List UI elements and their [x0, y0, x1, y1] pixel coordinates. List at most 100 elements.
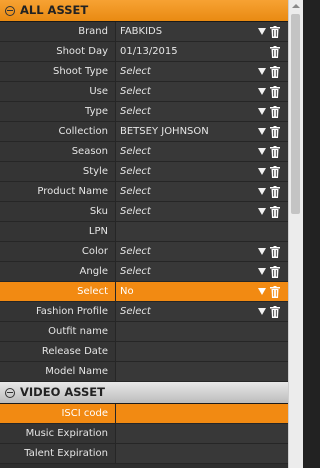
dropdown-arrow-icon[interactable] [258, 268, 266, 275]
collection-select[interactable]: BETSEY JOHNSON [116, 122, 288, 141]
dropdown-arrow-icon[interactable] [258, 248, 266, 255]
use-select[interactable]: Select [116, 82, 288, 101]
field-row-style[interactable]: Style Select [0, 162, 288, 182]
field-label: Sku [0, 202, 116, 221]
field-value: 01/13/2015 [120, 46, 178, 57]
field-label: Shoot Day [0, 42, 116, 61]
field-row-select[interactable]: Select No [0, 282, 288, 302]
field-label: ISCI code [0, 404, 116, 423]
scroll-up-arrow-icon[interactable] [292, 4, 300, 8]
dropdown-arrow-icon[interactable] [258, 68, 266, 75]
sku-select[interactable]: Select [116, 202, 288, 221]
field-label: Style [0, 162, 116, 181]
dropdown-arrow-icon[interactable] [258, 128, 266, 135]
dropdown-arrow-icon[interactable] [258, 168, 266, 175]
dropdown-arrow-icon[interactable] [258, 308, 266, 315]
select-dropdown[interactable]: No [116, 282, 288, 301]
release-date-input[interactable] [116, 342, 288, 361]
trash-icon[interactable] [270, 265, 280, 278]
field-label: Product Name [0, 182, 116, 201]
collapse-icon[interactable] [5, 5, 15, 16]
model-name-input[interactable] [116, 362, 288, 381]
field-row-angle[interactable]: Angle Select [0, 262, 288, 282]
trash-icon[interactable] [270, 85, 280, 98]
collapse-icon[interactable] [5, 387, 15, 398]
field-row-isci-code[interactable]: ISCI code [0, 404, 288, 424]
shoot-type-select[interactable]: Select [116, 62, 288, 81]
field-row-shoot-day[interactable]: Shoot Day 01/13/2015 [0, 42, 288, 62]
dropdown-arrow-icon[interactable] [258, 88, 266, 95]
dropdown-arrow-icon[interactable] [258, 28, 266, 35]
trash-icon[interactable] [270, 125, 280, 138]
field-row-outfit-name[interactable]: Outfit name [0, 322, 288, 342]
field-value: Select [120, 146, 151, 157]
trash-icon[interactable] [270, 165, 280, 178]
field-value: BETSEY JOHNSON [120, 126, 209, 137]
field-value: No [120, 286, 134, 297]
field-value: Select [120, 246, 151, 257]
color-select[interactable]: Select [116, 242, 288, 261]
field-row-model-name[interactable]: Model Name [0, 362, 288, 382]
field-row-brand[interactable]: Brand FABKIDS [0, 22, 288, 42]
trash-icon[interactable] [270, 305, 280, 318]
talent-expiration-input[interactable] [116, 444, 288, 463]
trash-icon[interactable] [270, 285, 280, 298]
dropdown-arrow-icon[interactable] [258, 208, 266, 215]
trash-icon[interactable] [270, 65, 280, 78]
angle-select[interactable]: Select [116, 262, 288, 281]
vertical-scrollbar[interactable] [288, 0, 303, 468]
field-row-season[interactable]: Season Select [0, 142, 288, 162]
field-value: Select [120, 106, 151, 117]
field-label: Use [0, 82, 116, 101]
dropdown-arrow-icon[interactable] [258, 288, 266, 295]
field-label: Season [0, 142, 116, 161]
product-name-select[interactable]: Select [116, 182, 288, 201]
field-label: LPN [0, 222, 116, 241]
style-select[interactable]: Select [116, 162, 288, 181]
trash-icon[interactable] [270, 185, 280, 198]
field-label: Angle [0, 262, 116, 281]
field-label: Shoot Type [0, 62, 116, 81]
trash-icon[interactable] [270, 105, 280, 118]
trash-icon[interactable] [270, 45, 280, 58]
field-row-talent-expiration[interactable]: Talent Expiration [0, 444, 288, 464]
dropdown-arrow-icon[interactable] [258, 148, 266, 155]
fashion-profile-select[interactable]: Select [116, 302, 288, 321]
field-row-lpn[interactable]: LPN [0, 222, 288, 242]
field-label: Model Name [0, 362, 116, 381]
field-label: Talent Expiration [0, 444, 116, 463]
music-expiration-input[interactable] [116, 424, 288, 443]
field-row-type[interactable]: Type Select [0, 102, 288, 122]
field-value: Select [120, 306, 151, 317]
field-row-sku[interactable]: Sku Select [0, 202, 288, 222]
field-label: Color [0, 242, 116, 261]
type-select[interactable]: Select [116, 102, 288, 121]
scroll-thumb[interactable] [291, 14, 300, 214]
trash-icon[interactable] [270, 25, 280, 38]
shoot-day-input[interactable]: 01/13/2015 [116, 42, 288, 61]
isci-code-input[interactable] [116, 404, 288, 423]
field-row-release-date[interactable]: Release Date [0, 342, 288, 362]
field-row-product-name[interactable]: Product Name Select [0, 182, 288, 202]
field-value: FABKIDS [120, 26, 163, 37]
field-label: Type [0, 102, 116, 121]
dropdown-arrow-icon[interactable] [258, 188, 266, 195]
dropdown-arrow-icon[interactable] [258, 108, 266, 115]
trash-icon[interactable] [270, 145, 280, 158]
field-row-music-expiration[interactable]: Music Expiration [0, 424, 288, 444]
video-asset-header[interactable]: VIDEO ASSET [0, 382, 288, 404]
all-asset-header[interactable]: ALL ASSET [0, 0, 288, 22]
field-row-fashion-profile[interactable]: Fashion Profile Select [0, 302, 288, 322]
season-select[interactable]: Select [116, 142, 288, 161]
field-row-use[interactable]: Use Select [0, 82, 288, 102]
outfit-name-input[interactable] [116, 322, 288, 341]
field-value: Select [120, 186, 151, 197]
video-asset-title: VIDEO ASSET [20, 385, 106, 399]
field-row-shoot-type[interactable]: Shoot Type Select [0, 62, 288, 82]
lpn-input[interactable] [116, 222, 288, 241]
field-row-color[interactable]: Color Select [0, 242, 288, 262]
trash-icon[interactable] [270, 245, 280, 258]
brand-select[interactable]: FABKIDS [116, 22, 288, 41]
trash-icon[interactable] [270, 205, 280, 218]
field-row-collection[interactable]: Collection BETSEY JOHNSON [0, 122, 288, 142]
